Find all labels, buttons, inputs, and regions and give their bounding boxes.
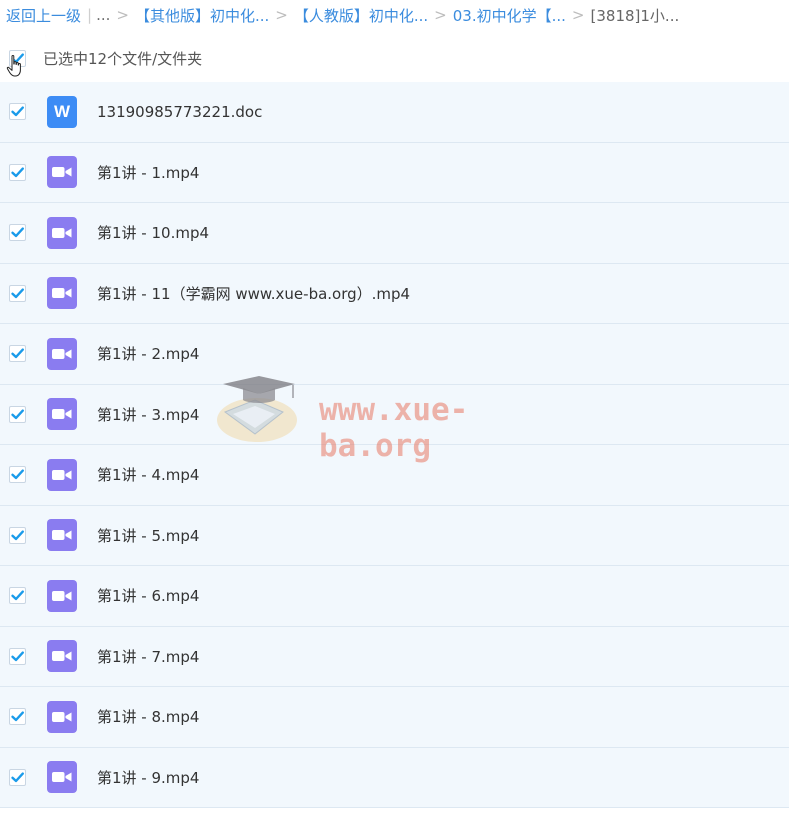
file-row[interactable]: 第1讲 - 4.mp4 [0,445,789,506]
checkmark-icon [11,106,24,117]
file-name[interactable]: 13190985773221.doc [97,103,262,121]
selection-header: 已选中12个文件/文件夹 [0,43,789,73]
file-checkbox[interactable] [9,163,26,181]
breadcrumb-separator: > [434,6,447,24]
file-checkbox[interactable] [9,224,26,242]
video-file-icon [47,761,77,794]
file-row[interactable]: 第1讲 - 5.mp4 [0,505,789,566]
checkmark-icon [11,772,24,782]
file-checkbox[interactable] [9,587,26,605]
video-file-icon [47,337,77,370]
word-doc-icon: W [47,95,77,128]
checkmark-icon [11,348,24,359]
file-name[interactable]: 第1讲 - 9.mp4 [97,767,199,788]
video-file-icon [47,458,77,491]
checkmark-icon [11,469,24,480]
breadcrumb-separator: > [116,6,129,24]
checkmark-icon [11,288,24,298]
video-camera-icon [52,711,72,722]
video-file-icon [47,640,77,673]
file-row[interactable]: 第1讲 - 6.mp4 [0,566,789,627]
video-camera-icon [52,167,72,178]
file-checkbox[interactable] [9,466,26,484]
file-name[interactable]: 第1讲 - 1.mp4 [97,162,199,183]
file-browser: 返回上一级 | ... > 【其他版】初中化... > 【人教版】初中化... … [0,0,789,822]
video-camera-icon [52,227,72,238]
checkmark-icon [11,590,24,601]
file-name[interactable]: 第1讲 - 8.mp4 [97,706,199,727]
file-checkbox[interactable] [9,768,26,786]
file-row[interactable]: 第1讲 - 7.mp4 [0,626,789,687]
video-camera-icon [52,772,72,783]
select-all-checkbox[interactable] [9,49,26,67]
breadcrumb-separator: > [571,6,585,24]
video-file-icon [47,700,77,733]
breadcrumb-item-pep-edition[interactable]: 【人教版】初中化... [294,5,428,26]
breadcrumb-item-other-edition[interactable]: 【其他版】初中化... [135,5,269,26]
video-camera-icon [52,348,72,359]
file-row[interactable]: W 13190985773221.doc [0,82,789,143]
video-file-icon [47,156,77,189]
file-name[interactable]: 第1讲 - 11（学霸网 www.xue-ba.org）.mp4 [97,283,410,304]
video-camera-icon [52,590,72,601]
video-camera-icon [52,651,72,662]
breadcrumb: 返回上一级 | ... > 【其他版】初中化... > 【人教版】初中化... … [6,0,679,30]
video-camera-icon [52,530,72,541]
checkmark-icon [11,530,24,540]
file-name[interactable]: 第1讲 - 5.mp4 [97,525,199,546]
video-file-icon [47,579,77,612]
video-file-icon [47,519,77,552]
file-checkbox[interactable] [9,526,26,544]
file-list: W 13190985773221.doc 第1讲 - 1.mp4 第1讲 - 10.m… [0,82,789,808]
file-name[interactable]: 第1讲 - 6.mp4 [97,585,199,606]
checkmark-icon [11,651,24,661]
breadcrumb-current: [3818]1小... [590,6,680,25]
file-name[interactable]: 第1讲 - 3.mp4 [97,404,199,425]
file-row[interactable]: 第1讲 - 1.mp4 [0,142,789,203]
checkmark-icon [11,52,24,63]
file-row[interactable]: 第1讲 - 9.mp4 [0,747,789,808]
file-name[interactable]: 第1讲 - 10.mp4 [97,222,209,243]
video-camera-icon [52,469,72,480]
file-name[interactable]: 第1讲 - 2.mp4 [97,343,199,364]
selection-count: 已选中12个文件/文件夹 [43,49,203,68]
breadcrumb-divider: | [87,6,93,24]
file-name[interactable]: 第1讲 - 4.mp4 [97,464,199,485]
file-checkbox[interactable] [9,103,26,121]
video-file-icon [47,277,77,310]
file-row[interactable]: 第1讲 - 8.mp4 [0,687,789,748]
video-camera-icon [52,288,72,299]
file-row[interactable]: 第1讲 - 10.mp4 [0,203,789,264]
checkmark-icon [11,409,24,419]
file-checkbox[interactable] [9,647,26,665]
breadcrumb-ellipsis[interactable]: ... [96,6,110,24]
file-name[interactable]: 第1讲 - 7.mp4 [97,646,199,667]
file-row[interactable]: 第1讲 - 3.mp4 [0,384,789,445]
video-file-icon [47,216,77,249]
file-row[interactable]: 第1讲 - 11（学霸网 www.xue-ba.org）.mp4 [0,263,789,324]
back-link[interactable]: 返回上一级 [6,5,81,26]
file-checkbox[interactable] [9,345,26,363]
file-row[interactable]: 第1讲 - 2.mp4 [0,324,789,385]
file-checkbox[interactable] [9,708,26,726]
file-checkbox[interactable] [9,284,26,302]
file-checkbox[interactable] [9,405,26,423]
video-file-icon [47,398,77,431]
checkmark-icon [11,711,24,722]
breadcrumb-separator: > [275,6,288,24]
breadcrumb-item-chemistry[interactable]: 03.初中化学【... [453,5,566,26]
checkmark-icon [11,167,24,177]
video-camera-icon [52,409,72,420]
checkmark-icon [11,227,24,238]
